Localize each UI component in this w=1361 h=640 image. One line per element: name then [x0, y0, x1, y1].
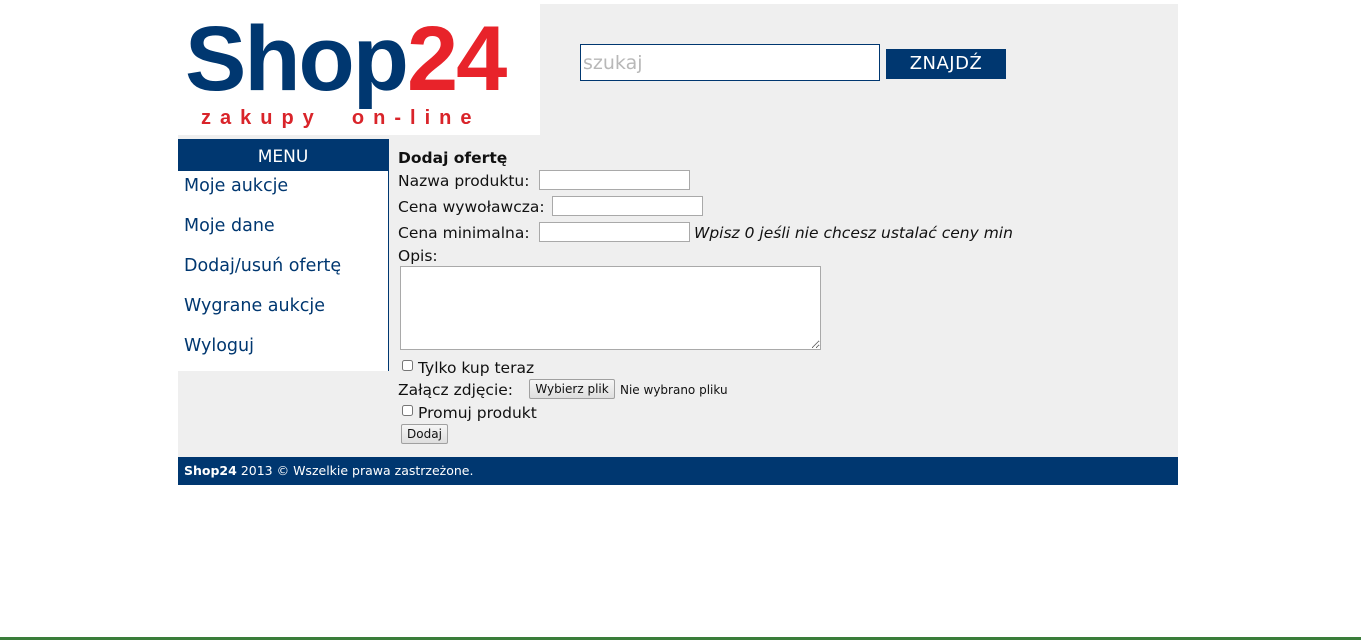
page-wrapper: Shop24 zakupy on-line ZNAJDŹ MENU Moje a… [178, 4, 1178, 485]
logo-brand-24: 24 [406, 8, 507, 110]
logo[interactable]: Shop24 zakupy on-line [178, 4, 540, 135]
logo-tagline: zakupy on-line [201, 107, 481, 129]
search-input[interactable] [580, 44, 880, 81]
form-title: Dodaj ofertę [398, 149, 508, 167]
submit-button[interactable]: Dodaj [401, 424, 448, 444]
menu-item-my-auctions[interactable]: Moje aukcje [178, 171, 388, 211]
menu-item-add-remove-offer[interactable]: Dodaj/usuń ofertę [178, 251, 388, 291]
menu-item-logout[interactable]: Wyloguj [178, 331, 388, 371]
footer-copyright: 2013 © Wszelkie prawa zastrzeżone. [236, 463, 474, 478]
menu-header: MENU [178, 139, 388, 171]
start-price-input[interactable] [552, 196, 703, 216]
start-price-label: Cena wywoławcza: [398, 198, 545, 216]
choose-file-button[interactable]: Wybierz plik [529, 379, 615, 399]
buy-now-label: Tylko kup teraz [418, 359, 535, 377]
menu-item-won-auctions[interactable]: Wygrane aukcje [178, 291, 388, 331]
file-status: Nie wybrano pliku [620, 383, 728, 397]
footer-brand: Shop24 [184, 463, 237, 478]
description-label: Opis: [398, 247, 438, 265]
promote-label: Promuj produkt [418, 404, 537, 422]
menu-item-my-data[interactable]: Moje dane [178, 211, 388, 251]
min-price-label: Cena minimalna: [398, 224, 530, 242]
sidebar-menu: MENU Moje aukcje Moje dane Dodaj/usuń of… [178, 139, 389, 371]
min-price-hint: Wpisz 0 jeśli nie chcesz ustalać ceny mi… [694, 224, 1013, 242]
photo-label: Załącz zdjęcie: [398, 381, 514, 399]
promote-checkbox[interactable] [402, 405, 413, 416]
min-price-input[interactable] [539, 222, 690, 242]
buy-now-checkbox[interactable] [402, 360, 413, 371]
description-textarea[interactable] [400, 266, 821, 350]
logo-brand-shop: Shop [185, 8, 409, 110]
footer-text: Shop24 2013 © Wszelkie prawa zastrzeżone… [178, 457, 1178, 485]
logo-wordmark: Shop24 [185, 4, 507, 114]
product-name-input[interactable] [539, 170, 690, 190]
footer: Shop24 2013 © Wszelkie prawa zastrzeżone… [178, 457, 1178, 485]
search-button[interactable]: ZNAJDŹ [886, 49, 1006, 79]
product-name-label: Nazwa produktu: [398, 172, 530, 190]
